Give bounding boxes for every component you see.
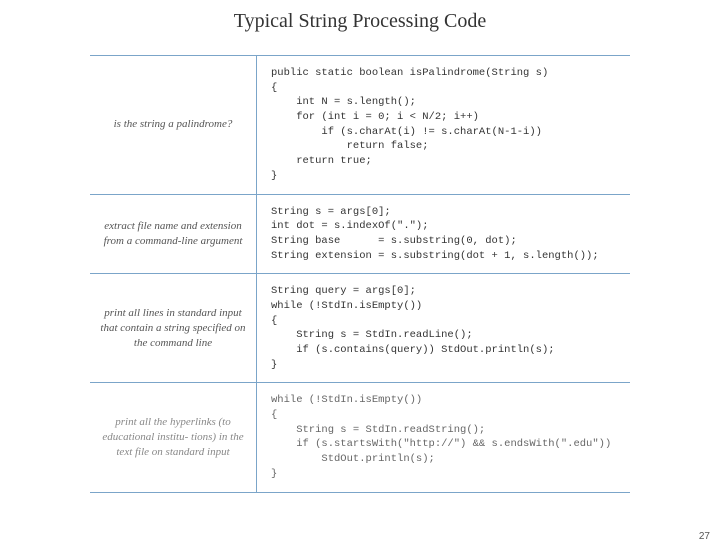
row-desc-hyperlinks: print all the hyperlinks (to educational… xyxy=(90,383,257,492)
table-row: print all lines in standard input that c… xyxy=(90,274,630,383)
row-desc-printlines: print all lines in standard input that c… xyxy=(90,274,257,383)
row-desc-palindrome: is the string a palindrome? xyxy=(90,56,257,195)
row-code-hyperlinks: while (!StdIn.isEmpty()) { String s = St… xyxy=(257,383,631,492)
row-desc-extract: extract file name and extension from a c… xyxy=(90,194,257,274)
table-row: is the string a palindrome? public stati… xyxy=(90,56,630,195)
table-row: extract file name and extension from a c… xyxy=(90,194,630,274)
row-code-extract: String s = args[0]; int dot = s.indexOf(… xyxy=(257,194,631,274)
row-code-palindrome: public static boolean isPalindrome(Strin… xyxy=(257,56,631,195)
slide-title: Typical String Processing Code xyxy=(0,10,720,33)
page-number: 27 xyxy=(699,531,710,542)
code-table: is the string a palindrome? public stati… xyxy=(90,55,630,493)
row-code-printlines: String query = args[0]; while (!StdIn.is… xyxy=(257,274,631,383)
table-row: print all the hyperlinks (to educational… xyxy=(90,383,630,492)
